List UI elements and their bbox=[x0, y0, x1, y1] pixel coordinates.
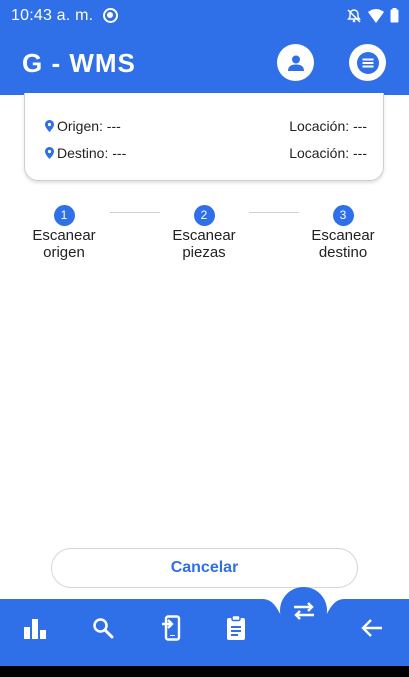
step-1: 1 Escanear origen bbox=[14, 205, 114, 261]
step-label-line1: Escanear bbox=[172, 227, 236, 244]
account-icon bbox=[287, 55, 304, 71]
inventory-button[interactable] bbox=[222, 613, 250, 643]
back-button[interactable] bbox=[358, 614, 386, 642]
step-label-line2: origen bbox=[43, 244, 85, 261]
transfer-fab[interactable] bbox=[280, 587, 327, 634]
step-label-line2: destino bbox=[318, 244, 368, 261]
status-icons bbox=[346, 8, 399, 24]
transfer-in-icon bbox=[162, 615, 181, 641]
step-number: 3 bbox=[332, 205, 354, 226]
search-button[interactable] bbox=[89, 614, 117, 642]
profile-button[interactable] bbox=[277, 44, 314, 81]
sync-icon bbox=[103, 8, 119, 23]
step-number: 2 bbox=[193, 205, 215, 226]
app-title: G - WMS bbox=[22, 48, 136, 78]
step-2: 2 Escanear piezas bbox=[154, 205, 254, 261]
origin-row: Origen: --- Locación: --- bbox=[45, 118, 367, 134]
step-label-line1: Escanear bbox=[32, 227, 96, 244]
origin-location: Locación: --- bbox=[289, 118, 367, 134]
battery-icon bbox=[390, 8, 399, 23]
step-connector bbox=[249, 212, 299, 213]
step-3: 3 Escanear destino bbox=[293, 205, 393, 261]
bar-chart-icon bbox=[24, 619, 46, 639]
destination-row: Destino: --- Locación: --- bbox=[45, 145, 367, 161]
destination-label: Destino: --- bbox=[57, 145, 127, 161]
app-screen: 10:43 a. m. G - WMS Origen: --- Locación… bbox=[0, 0, 409, 677]
system-nav-bar bbox=[0, 666, 409, 677]
wifi-icon bbox=[368, 8, 384, 23]
menu-icon bbox=[356, 51, 379, 74]
location-pin-icon bbox=[45, 120, 54, 132]
cancel-button[interactable]: Cancelar bbox=[51, 548, 358, 588]
route-card: Origen: --- Locación: --- Destino: --- L… bbox=[24, 93, 384, 181]
step-label-line2: piezas bbox=[182, 244, 226, 261]
receive-button[interactable] bbox=[157, 613, 185, 643]
status-bar: 10:43 a. m. bbox=[0, 0, 409, 31]
step-label-line1: Escanear bbox=[311, 227, 375, 244]
app-bar: G - WMS bbox=[0, 31, 409, 95]
reports-button[interactable] bbox=[21, 614, 49, 642]
step-number: 1 bbox=[53, 205, 75, 226]
search-icon bbox=[93, 618, 114, 639]
mute-icon bbox=[347, 8, 361, 23]
swap-icon bbox=[293, 601, 314, 620]
menu-button[interactable] bbox=[349, 44, 386, 81]
step-connector bbox=[110, 212, 160, 213]
clipboard-icon bbox=[227, 615, 245, 640]
origin-label: Origen: --- bbox=[57, 118, 121, 134]
status-time: 10:43 a. m. bbox=[11, 6, 94, 24]
back-arrow-icon bbox=[361, 619, 382, 637]
location-pin-icon bbox=[45, 147, 54, 159]
bottom-nav bbox=[0, 599, 409, 666]
destination-location: Locación: --- bbox=[289, 145, 367, 161]
